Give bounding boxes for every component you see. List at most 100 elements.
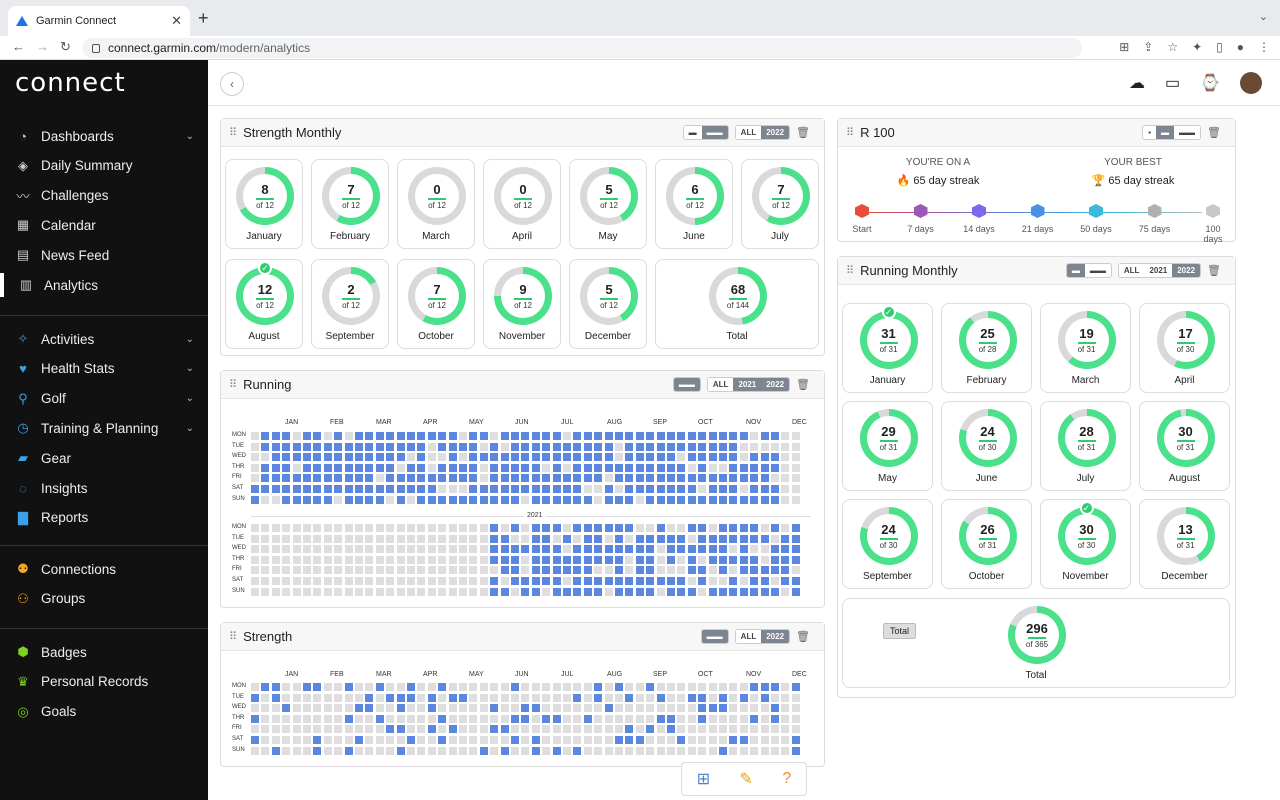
day-cell[interactable] — [490, 474, 499, 483]
day-cell[interactable] — [407, 463, 415, 472]
day-cell[interactable] — [698, 453, 707, 462]
day-cell[interactable] — [490, 495, 499, 504]
year-filter[interactable]: ALL 2021 2022 — [1117, 263, 1202, 278]
day-cell[interactable] — [708, 453, 717, 462]
day-cell[interactable] — [407, 693, 415, 702]
day-cell[interactable] — [313, 485, 322, 493]
day-cell[interactable] — [667, 432, 675, 440]
day-cell[interactable] — [708, 495, 717, 504]
day-cell[interactable] — [542, 693, 551, 702]
day-cell[interactable] — [251, 555, 259, 564]
day-cell[interactable] — [781, 555, 790, 564]
day-cell[interactable] — [417, 545, 426, 554]
day-cell[interactable] — [750, 725, 759, 734]
day-cell[interactable] — [386, 485, 395, 493]
day-cell[interactable] — [646, 693, 655, 702]
day-cell[interactable] — [760, 725, 769, 734]
day-cell[interactable] — [438, 534, 447, 543]
day-cell[interactable] — [511, 534, 519, 543]
day-cell[interactable] — [365, 587, 374, 596]
day-cell[interactable] — [323, 545, 332, 554]
day-cell[interactable] — [417, 725, 426, 734]
day-cell[interactable] — [791, 474, 800, 483]
day-cell[interactable] — [542, 746, 551, 755]
day-cell[interactable] — [531, 577, 540, 585]
filter-2021[interactable]: 2021 — [733, 378, 762, 391]
day-cell[interactable] — [303, 474, 311, 483]
day-cell[interactable] — [459, 474, 467, 483]
day-cell[interactable] — [427, 474, 436, 483]
day-cell[interactable] — [635, 714, 644, 723]
day-cell[interactable] — [708, 736, 717, 744]
day-cell[interactable] — [396, 555, 405, 564]
day-cell[interactable] — [375, 555, 384, 564]
day-cell[interactable] — [479, 442, 488, 451]
day-cell[interactable] — [771, 587, 779, 596]
day-cell[interactable] — [573, 736, 582, 744]
day-cell[interactable] — [438, 725, 447, 734]
day-cell[interactable] — [251, 442, 259, 451]
day-cell[interactable] — [282, 683, 291, 691]
day-cell[interactable] — [407, 746, 415, 755]
day-cell[interactable] — [511, 736, 519, 744]
day-cell[interactable] — [760, 453, 769, 462]
month-tile[interactable]: 31 of 31 January ✓ — [842, 303, 933, 393]
day-cell[interactable] — [635, 453, 644, 462]
day-cell[interactable] — [282, 566, 291, 575]
day-cell[interactable] — [303, 725, 311, 734]
day-cell[interactable] — [251, 693, 259, 702]
day-cell[interactable] — [355, 534, 363, 543]
day-cell[interactable] — [490, 704, 499, 713]
day-cell[interactable] — [635, 566, 644, 575]
extensions-icon[interactable]: ✦ — [1192, 40, 1202, 54]
day-cell[interactable] — [698, 474, 707, 483]
day-cell[interactable] — [615, 704, 623, 713]
day-cell[interactable] — [521, 736, 530, 744]
day-cell[interactable] — [791, 545, 800, 554]
day-cell[interactable] — [344, 485, 353, 493]
day-cell[interactable] — [563, 587, 571, 596]
day-cell[interactable] — [760, 432, 769, 440]
day-cell[interactable] — [646, 704, 655, 713]
day-cell[interactable] — [261, 714, 270, 723]
filter-2022[interactable]: 2022 — [1172, 264, 1201, 277]
day-cell[interactable] — [479, 693, 488, 702]
day-cell[interactable] — [479, 704, 488, 713]
day-cell[interactable] — [791, 495, 800, 504]
day-cell[interactable] — [791, 463, 800, 472]
day-cell[interactable] — [438, 704, 447, 713]
day-cell[interactable] — [407, 534, 415, 543]
day-cell[interactable] — [729, 555, 738, 564]
day-cell[interactable] — [448, 704, 457, 713]
sidebar-item-training-planning[interactable]: ◷ Training & Planning ⌄ — [0, 414, 208, 442]
day-cell[interactable] — [750, 495, 759, 504]
day-cell[interactable] — [500, 474, 509, 483]
day-cell[interactable] — [698, 432, 707, 440]
day-cell[interactable] — [698, 566, 707, 575]
day-cell[interactable] — [760, 587, 769, 596]
day-cell[interactable] — [313, 746, 322, 755]
day-cell[interactable] — [334, 524, 343, 532]
day-cell[interactable] — [771, 555, 779, 564]
day-cell[interactable] — [500, 453, 509, 462]
day-cell[interactable] — [542, 485, 551, 493]
day-cell[interactable] — [407, 524, 415, 532]
day-cell[interactable] — [271, 704, 280, 713]
day-cell[interactable] — [313, 555, 322, 564]
day-cell[interactable] — [355, 683, 363, 691]
day-cell[interactable] — [448, 566, 457, 575]
day-cell[interactable] — [490, 453, 499, 462]
day-cell[interactable] — [334, 545, 343, 554]
day-cell[interactable] — [375, 693, 384, 702]
day-cell[interactable] — [604, 495, 613, 504]
day-cell[interactable] — [500, 736, 509, 744]
sidebar-item-goals[interactable]: ◎ Goals — [0, 698, 208, 726]
day-cell[interactable] — [750, 746, 759, 755]
day-cell[interactable] — [490, 587, 499, 596]
bookmark-star-icon[interactable]: ☆ — [1167, 40, 1178, 54]
day-cell[interactable] — [459, 524, 467, 532]
day-cell[interactable] — [719, 453, 727, 462]
day-cell[interactable] — [573, 587, 582, 596]
day-cell[interactable] — [334, 736, 343, 744]
day-cell[interactable] — [531, 534, 540, 543]
